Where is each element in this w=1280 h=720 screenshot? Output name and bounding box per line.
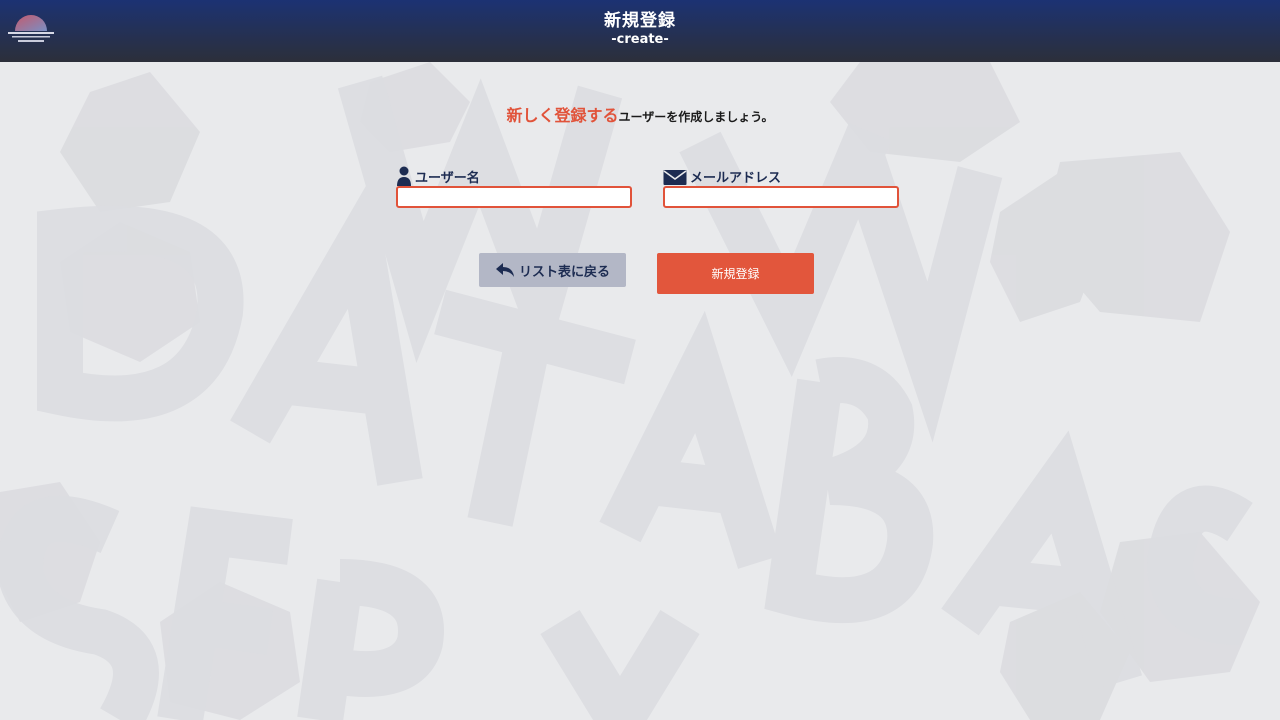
envelope-icon [663,170,687,185]
back-to-list-button[interactable]: リスト表に戻る [479,253,626,287]
main-content: 新しく登録するユーザーを作成しましょう。 ユーザー名 メールアドレス リスト表に… [0,62,1280,720]
lead-message: 新しく登録するユーザーを作成しましょう。 [0,102,1280,126]
user-icon [397,166,411,186]
username-label-text: ユーザー名 [415,171,480,186]
lead-accent-text: 新しく登録する [506,106,619,125]
page-subtitle: -create- [611,32,669,47]
create-button[interactable]: 新規登録 [657,253,814,294]
username-field-group: ユーザー名 [396,162,632,208]
page-title: 新規登録 [604,11,676,31]
username-input[interactable] [396,186,632,208]
username-label: ユーザー名 [396,162,632,186]
email-field-group: メールアドレス [663,162,899,208]
lead-rest-text: ユーザーを作成しましょう。 [618,110,774,124]
email-input[interactable] [663,186,899,208]
reply-arrow-icon [495,263,514,277]
back-button-label: リスト表に戻る [518,264,610,280]
email-label-text: メールアドレス [690,171,782,186]
app-header: 新規登録 -create- [0,0,1280,62]
email-label: メールアドレス [663,162,899,186]
